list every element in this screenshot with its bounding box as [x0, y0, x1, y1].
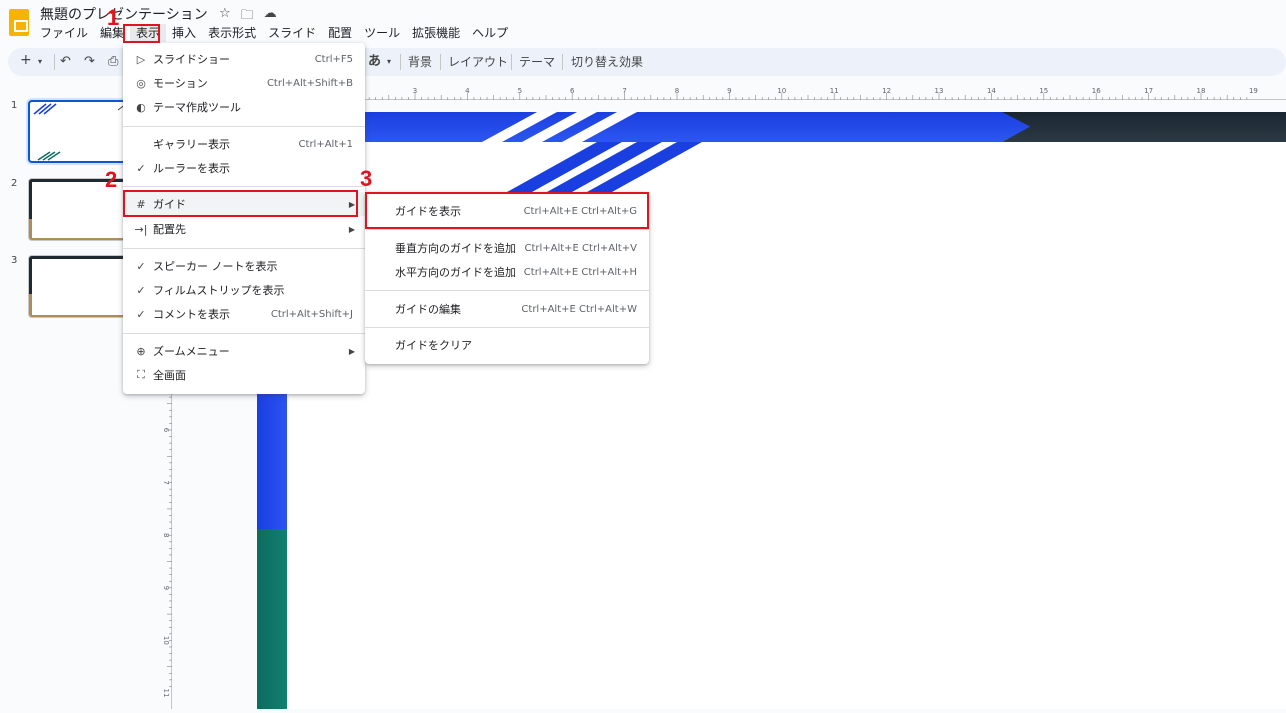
menu-item-snap-to[interactable]: →| 配置先 ▶ — [123, 217, 365, 241]
highlight-box-guides — [123, 190, 358, 217]
new-slide-dropdown-icon[interactable]: ▾ — [38, 53, 42, 71]
menu-item-gallery-view[interactable]: ギャラリー表示 Ctrl+Alt+1 — [123, 132, 365, 156]
slide-number: 2 — [11, 178, 18, 189]
ruler-tick-label: 7 — [162, 480, 170, 484]
menu-item-slideshow[interactable]: ▷ スライドショー Ctrl+F5 — [123, 47, 365, 71]
undo-icon[interactable]: ↶ — [60, 53, 71, 71]
input-tools-dropdown-icon[interactable]: ▾ — [387, 53, 391, 71]
submenu-item-add-vertical-guide[interactable]: 垂直方向のガイドを追加 Ctrl+Alt+E Ctrl+Alt+V — [365, 236, 649, 260]
menu-help[interactable]: ヘルプ — [466, 24, 514, 42]
menu-item-speaker-notes[interactable]: ✓ スピーカー ノートを表示 — [123, 254, 365, 278]
new-slide-button[interactable]: + — [20, 51, 32, 69]
ruler-tick-label: 8 — [162, 533, 170, 537]
submenu-item-clear-guides[interactable]: ガイドをクリア — [365, 333, 649, 357]
transition-button[interactable]: 切り替え効果 — [571, 53, 643, 71]
slides-app-icon[interactable] — [9, 9, 29, 36]
redo-icon[interactable]: ↷ — [84, 53, 95, 71]
view-menu: ▷ スライドショー Ctrl+F5 ◎ モーション Ctrl+Alt+Shift… — [123, 43, 365, 394]
submenu-arrow-icon: ▶ — [348, 346, 355, 356]
slide-number: 1 — [11, 100, 18, 111]
step-number-3: 3 — [360, 166, 373, 191]
filmstrip: 1 2 3 — [0, 92, 140, 709]
check-icon: ✓ — [136, 259, 146, 273]
layout-button[interactable]: レイアウト — [448, 53, 508, 71]
ruler-tick-label: 9 — [162, 586, 170, 590]
ruler-tick-label: 11 — [162, 689, 170, 698]
menu-extensions[interactable]: 拡張機能 — [406, 24, 466, 42]
menu-item-zoom[interactable]: ⊕ ズームメニュー ▶ — [123, 339, 365, 363]
check-icon: ✓ — [136, 283, 146, 297]
palette-icon: ◐ — [136, 100, 146, 114]
menu-item-motion[interactable]: ◎ モーション Ctrl+Alt+Shift+B — [123, 71, 365, 95]
submenu-arrow-icon: ▶ — [348, 224, 355, 234]
print-icon[interactable]: ⎙ — [108, 53, 118, 71]
step-number-2: 2 — [105, 167, 118, 192]
ruler-tick-label: 19 — [1249, 87, 1258, 95]
menu-item-theme-builder[interactable]: ◐ テーマ作成ツール — [123, 95, 365, 119]
menu-file[interactable]: ファイル — [34, 24, 94, 42]
vertical-ruler[interactable]: 6 7 8 9 10 11 — [156, 392, 172, 709]
menu-insert[interactable]: 挿入 — [166, 24, 202, 42]
ruler-tick-label: 10 — [162, 636, 170, 645]
highlight-box-view-menu — [123, 24, 160, 43]
menu-tools[interactable]: ツール — [358, 24, 406, 42]
slideshow-icon: ▷ — [136, 52, 146, 66]
menu-arrange[interactable]: 配置 — [322, 24, 358, 42]
ruler-tick-label: 6 — [162, 428, 170, 433]
snap-to-icon: →| — [134, 222, 148, 236]
check-icon: ✓ — [136, 161, 146, 175]
theme-button[interactable]: テーマ — [519, 53, 555, 71]
input-tools-button[interactable]: あ — [368, 53, 381, 71]
menu-item-show-ruler[interactable]: ✓ ルーラーを表示 — [123, 156, 365, 180]
document-title[interactable]: 無題のプレゼンテーション — [40, 4, 208, 24]
step-number-1: 1 — [107, 5, 120, 30]
submenu-item-add-horizontal-guide[interactable]: 水平方向のガイドを追加 Ctrl+Alt+E Ctrl+Alt+H — [365, 260, 649, 284]
highlight-box-show-guides — [365, 192, 649, 229]
slide-number: 3 — [11, 255, 18, 266]
menu-slide[interactable]: スライド — [262, 24, 322, 42]
submenu-item-edit-guides[interactable]: ガイドの編集 Ctrl+Alt+E Ctrl+Alt+W — [365, 297, 649, 321]
background-button[interactable]: 背景 — [408, 53, 432, 71]
menu-item-filmstrip[interactable]: ✓ フィルムストリップを表示 — [123, 278, 365, 302]
menu-item-comments[interactable]: ✓ コメントを表示 Ctrl+Alt+Shift+J — [123, 302, 365, 326]
menu-format[interactable]: 表示形式 — [202, 24, 262, 42]
horizontal-ruler[interactable]: 3 4 5 6 7 8 9 10 11 12 13 14 15 16 17 18 19 — [365, 84, 1286, 100]
motion-icon: ◎ — [136, 76, 146, 90]
check-icon: ✓ — [136, 307, 146, 321]
menu-item-fullscreen[interactable]: ⛶ 全画面 — [123, 363, 365, 387]
fullscreen-icon: ⛶ — [137, 368, 145, 381]
zoom-icon: ⊕ — [136, 344, 146, 358]
